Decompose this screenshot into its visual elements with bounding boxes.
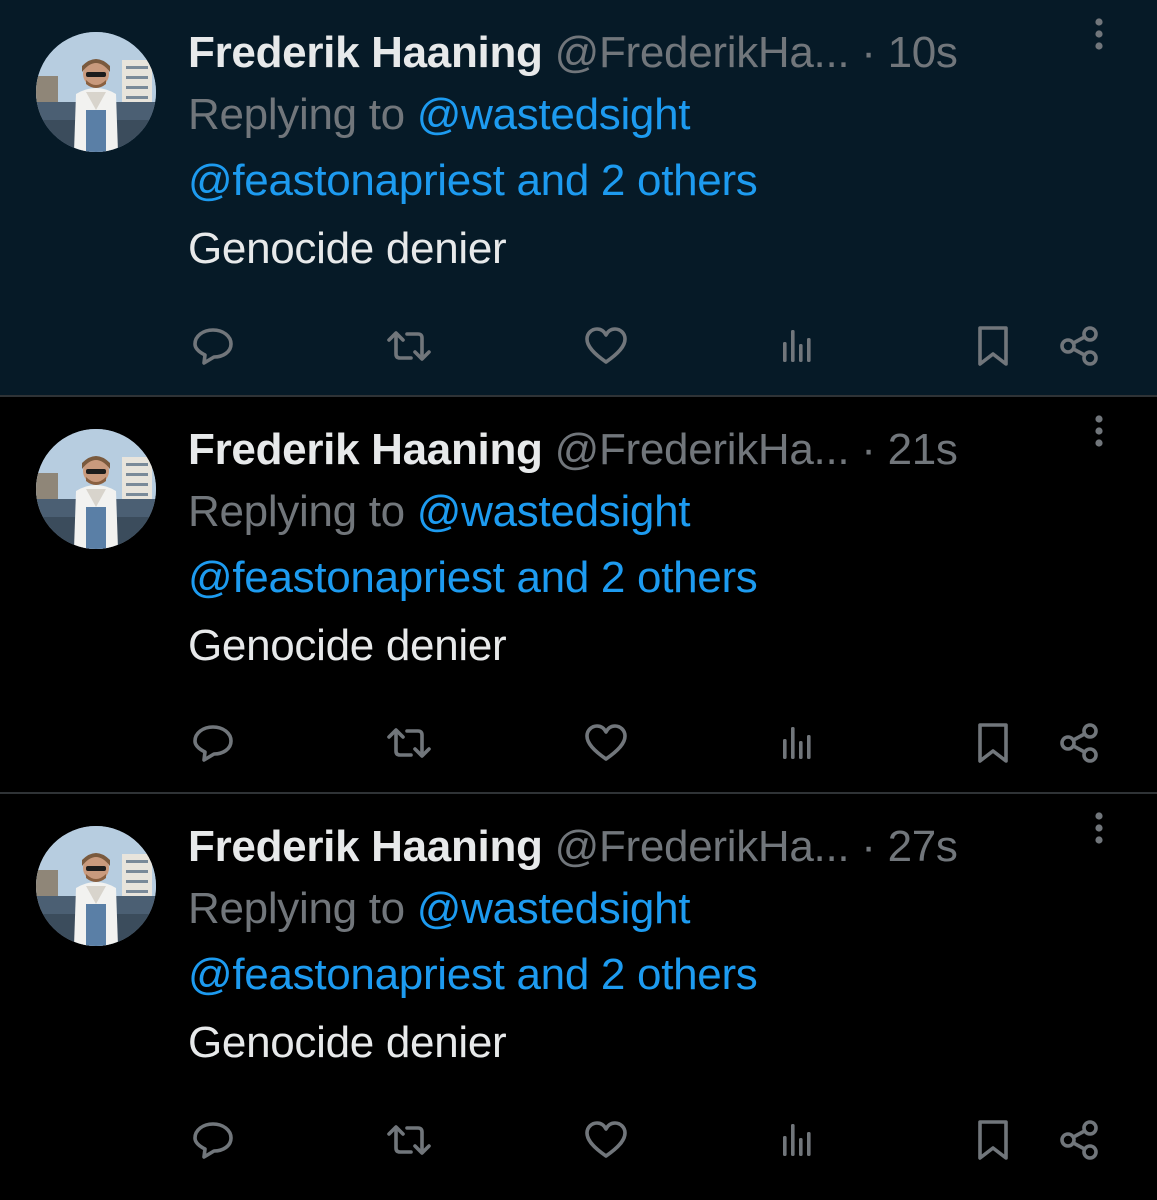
reply-others-link[interactable]: @feastonapriest and 2 others [188, 553, 758, 602]
bookmark-icon [978, 723, 1008, 763]
like-icon [585, 327, 627, 364]
reply-mention-link[interactable]: @wastedsight [417, 884, 691, 933]
separator-dot: · [861, 822, 876, 871]
tweet-header: Frederik Haaning @FrederikHa... · 10s [188, 24, 1117, 82]
timestamp[interactable]: 10s [888, 28, 958, 77]
more-icon [1095, 812, 1103, 844]
more-button[interactable] [1079, 411, 1119, 451]
reply-others-link[interactable]: @feastonapriest and 2 others [188, 950, 758, 999]
like-button[interactable] [581, 318, 631, 374]
author-name[interactable]: Frederik Haaning [188, 425, 543, 474]
views-icon [783, 330, 811, 362]
tweet-content: Frederik Haaning @FrederikHa... · 10s Re… [188, 24, 1117, 284]
author-handle[interactable]: @FrederikHa... [555, 822, 850, 871]
tweet-text: Genocide denier [188, 1018, 507, 1067]
author-name[interactable]: Frederik Haaning [188, 822, 543, 871]
reply-icon [193, 328, 233, 365]
repost-icon [387, 1125, 431, 1155]
more-icon [1095, 415, 1103, 447]
replying-prefix: Replying to [188, 90, 405, 139]
share-button[interactable] [1054, 1112, 1104, 1168]
share-icon [1060, 1120, 1098, 1160]
replying-to: Replying to @wastedsight @feastonapriest… [188, 82, 1117, 214]
reply-button[interactable] [188, 715, 238, 771]
tweet[interactable]: Frederik Haaning @FrederikHa... · 27s Re… [0, 794, 1157, 1197]
more-button[interactable] [1079, 808, 1119, 848]
tweet-content: Frederik Haaning @FrederikHa... · 27s Re… [188, 818, 1117, 1078]
tweet[interactable]: Frederik Haaning @FrederikHa... · 10s Re… [0, 0, 1157, 397]
tweet-text: Genocide denier [188, 621, 507, 670]
avatar[interactable] [36, 429, 156, 549]
bookmark-button[interactable] [968, 318, 1018, 374]
reply-mention-link[interactable]: @wastedsight [417, 90, 691, 139]
views-icon [783, 1124, 811, 1156]
share-icon [1060, 723, 1098, 763]
like-button[interactable] [581, 715, 631, 771]
repost-icon [387, 331, 431, 361]
action-bar [188, 318, 1108, 374]
action-bar [188, 715, 1108, 771]
more-button[interactable] [1079, 14, 1119, 54]
tweet-feed: Frederik Haaning @FrederikHa... · 10s Re… [0, 0, 1157, 1200]
bookmark-icon [978, 1120, 1008, 1160]
like-icon [585, 1121, 627, 1158]
timestamp[interactable]: 21s [888, 425, 958, 474]
replying-prefix: Replying to [188, 487, 405, 536]
repost-icon [387, 728, 431, 758]
bookmark-button[interactable] [968, 715, 1018, 771]
replying-to: Replying to @wastedsight @feastonapriest… [188, 876, 1117, 1008]
replying-prefix: Replying to [188, 884, 405, 933]
views-button[interactable] [772, 318, 822, 374]
bookmark-icon [978, 326, 1008, 366]
avatar[interactable] [36, 32, 156, 152]
tweet-header: Frederik Haaning @FrederikHa... · 21s [188, 421, 1117, 479]
separator-dot: · [861, 28, 876, 77]
tweet-content: Frederik Haaning @FrederikHa... · 21s Re… [188, 421, 1117, 681]
author-handle[interactable]: @FrederikHa... [555, 425, 850, 474]
more-icon [1095, 18, 1103, 50]
like-button[interactable] [581, 1112, 631, 1168]
share-icon [1060, 326, 1098, 366]
timestamp[interactable]: 27s [888, 822, 958, 871]
share-button[interactable] [1054, 318, 1104, 374]
reply-icon [193, 725, 233, 762]
views-icon [783, 727, 811, 759]
reply-others-link[interactable]: @feastonapriest and 2 others [188, 156, 758, 205]
reply-button[interactable] [188, 1112, 238, 1168]
reply-mention-link[interactable]: @wastedsight [417, 487, 691, 536]
avatar[interactable] [36, 826, 156, 946]
tweet[interactable]: Frederik Haaning @FrederikHa... · 21s Re… [0, 397, 1157, 794]
action-bar [188, 1112, 1108, 1168]
author-name[interactable]: Frederik Haaning [188, 28, 543, 77]
repost-button[interactable] [384, 318, 434, 374]
separator-dot: · [861, 425, 876, 474]
share-button[interactable] [1054, 715, 1104, 771]
reply-icon [193, 1122, 233, 1159]
tweet-text: Genocide denier [188, 224, 507, 273]
author-handle[interactable]: @FrederikHa... [555, 28, 850, 77]
bookmark-button[interactable] [968, 1112, 1018, 1168]
replying-to: Replying to @wastedsight @feastonapriest… [188, 479, 1117, 611]
views-button[interactable] [772, 715, 822, 771]
repost-button[interactable] [384, 1112, 434, 1168]
like-icon [585, 724, 627, 761]
tweet-header: Frederik Haaning @FrederikHa... · 27s [188, 818, 1117, 876]
views-button[interactable] [772, 1112, 822, 1168]
repost-button[interactable] [384, 715, 434, 771]
reply-button[interactable] [188, 318, 238, 374]
